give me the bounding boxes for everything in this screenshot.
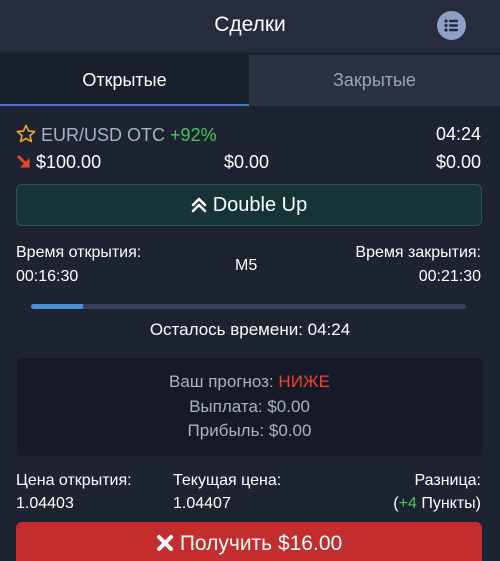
double-up-button[interactable]: Double Up [16,184,482,226]
time-remaining: Осталось времени: 04:24 [149,320,351,339]
difference-value: (+4 Пункты) [393,495,481,513]
difference-points: +4 [398,495,417,512]
open-price-value: 1.04403 [16,495,74,512]
page-title: Сделки [214,13,286,36]
open-time-value: 00:16:30 [16,268,79,285]
open-price-label: Цена открытия: [16,472,132,489]
time-progress-fill [31,304,84,309]
arrow-down-right-icon [17,155,30,168]
timeframe: M5 [235,257,258,274]
forecast-payout: Выплата: $0.00 [189,397,310,416]
forecast-value: НИЖЕ [278,372,330,391]
open-time-label: Время открытия: [16,244,142,261]
amount-row: $100.00 [16,152,101,173]
close-icon [156,535,173,551]
tab-open[interactable]: Открытые [0,55,249,106]
asset-row: EUR/USD OTC +92% [16,124,217,146]
collect-label: Получить $16.00 [179,532,343,555]
double-chevron-up-icon [191,197,207,213]
trade-timer: 04:24 [435,124,481,144]
list-icon [444,19,458,32]
current-price-value: 1.04407 [173,495,231,512]
trade-amount: $100.00 [36,152,102,172]
right-value: $0.00 [435,152,481,172]
close-time-value: 00:21:30 [418,268,481,285]
list-menu-button[interactable] [437,11,466,40]
star-outline-icon[interactable] [16,124,36,144]
forecast-profit: Прибыль: $0.00 [187,421,312,440]
forecast-label: Ваш прогноз: [169,372,274,391]
collect-button[interactable]: Получить $16.00 [16,522,482,561]
double-up-label: Double Up [212,194,308,216]
tab-closed[interactable]: Закрытые [249,55,500,106]
close-time-label: Время закрытия: [355,244,481,261]
asset-name: EUR/USD OTC [41,125,166,145]
trades-tabs: Открытые Закрытые [0,55,500,106]
forecast-line: Ваш прогноз: НИЖЕ [17,372,482,392]
current-price-label: Текущая цена: [173,472,282,489]
payout-percent: +92% [170,125,217,145]
difference-label: Разница: [414,472,481,489]
forecast-panel: Ваш прогноз: НИЖЕ Выплата: $0.00 Прибыль… [17,358,482,456]
difference-unit: Пункты) [416,495,481,512]
time-progress-bar [31,304,466,309]
middle-value: $0.00 [224,152,270,172]
header-bar: Сделки [0,0,500,52]
